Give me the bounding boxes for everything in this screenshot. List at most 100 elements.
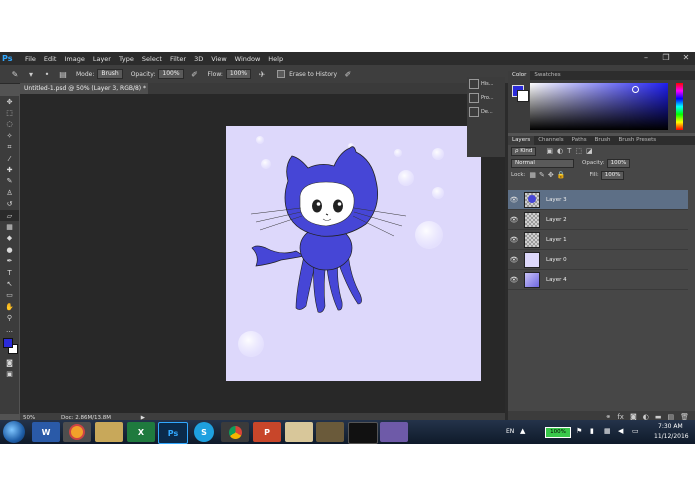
dodge-tool-icon[interactable]: ●	[0, 244, 19, 255]
menu-filter[interactable]: Filter	[170, 55, 186, 63]
document-tab[interactable]: Untitled-1.psd @ 50% (Layer 3, RGB/8) * …	[20, 83, 148, 103]
blur-tool-icon[interactable]: ◆	[0, 233, 19, 244]
foreground-color-swatch[interactable]	[3, 338, 13, 349]
crop-tool-icon[interactable]: ⌗	[0, 142, 19, 153]
panel-bg-swatch[interactable]	[517, 90, 529, 102]
github-desktop-taskbar-icon[interactable]	[380, 422, 408, 442]
filter-smart-object-icon[interactable]: ◪	[586, 147, 593, 155]
visibility-eye-icon[interactable]: 👁	[508, 276, 520, 284]
visibility-eye-icon[interactable]: 👁	[508, 196, 520, 204]
color-field[interactable]	[530, 83, 668, 130]
tab-layers[interactable]: Layers	[508, 136, 535, 145]
shape-tool-icon[interactable]: ▭	[0, 290, 19, 301]
volume-icon[interactable]: ◀	[618, 427, 623, 435]
menu-file[interactable]: File	[25, 55, 36, 63]
visibility-eye-icon[interactable]: 👁	[508, 216, 520, 224]
hue-slider[interactable]	[676, 83, 683, 130]
layer-row-layer-0[interactable]: 👁 Layer 0	[508, 250, 688, 270]
properties-panel-button[interactable]: Pro...	[467, 91, 505, 105]
device-preview-panel-button[interactable]: De...	[467, 105, 505, 119]
menu-help[interactable]: Help	[268, 55, 283, 63]
color-picker-cursor[interactable]	[632, 86, 639, 93]
zoom-tool-icon[interactable]: ⚲	[0, 312, 19, 323]
pressure-opacity-icon[interactable]: ✐	[190, 69, 200, 79]
language-indicator[interactable]: EN	[506, 428, 514, 435]
chrome-taskbar-icon[interactable]	[221, 422, 249, 442]
clock-time[interactable]: 7:30 AM	[658, 423, 683, 430]
visibility-eye-icon[interactable]: 👁	[508, 236, 520, 244]
tray-expand-icon[interactable]: ▲	[520, 427, 525, 435]
menu-edit[interactable]: Edit	[44, 55, 57, 63]
mode-select[interactable]: Brush	[97, 69, 123, 79]
path-selection-tool-icon[interactable]: ↖	[0, 278, 19, 289]
restore-icon[interactable]: ❐	[661, 53, 671, 63]
notes-taskbar-icon[interactable]	[285, 422, 313, 442]
screen-mode-icon[interactable]: ▣	[0, 369, 19, 380]
move-tool-icon[interactable]: ✥	[0, 96, 19, 107]
lock-transparent-icon[interactable]: ▦	[529, 171, 536, 179]
file-explorer-taskbar-icon[interactable]	[95, 422, 123, 442]
menu-select[interactable]: Select	[142, 55, 162, 63]
tab-brush-presets[interactable]: Brush Presets	[614, 136, 660, 145]
lock-pixels-icon[interactable]: ✎	[539, 171, 545, 179]
brush-tool-icon[interactable]: ✎	[0, 176, 19, 187]
pen-tool-icon[interactable]: ✒	[0, 255, 19, 266]
layer-row-layer-4[interactable]: 👁 Layer 4	[508, 270, 688, 290]
canvas-area[interactable]	[20, 94, 505, 413]
media-taskbar-icon[interactable]	[316, 422, 344, 442]
type-tool-icon[interactable]: T	[0, 267, 19, 278]
tab-paths[interactable]: Paths	[568, 136, 591, 145]
command-prompt-taskbar-icon[interactable]	[348, 422, 378, 444]
fill-field[interactable]: 100%	[600, 170, 625, 180]
flag-icon[interactable]: ⚑	[576, 427, 582, 435]
tab-channels[interactable]: Channels	[534, 136, 567, 145]
document-canvas[interactable]	[226, 126, 481, 381]
tab-swatches[interactable]: Swatches	[530, 71, 564, 80]
menu-image[interactable]: Image	[64, 55, 84, 63]
word-taskbar-icon[interactable]: W	[32, 422, 60, 442]
brush-panel-toggle-icon[interactable]: ▤	[58, 69, 68, 79]
pressure-size-icon[interactable]: ✐	[343, 69, 353, 79]
brush-size-icon[interactable]: •	[42, 69, 52, 79]
lasso-tool-icon[interactable]: ◌	[0, 119, 19, 130]
tab-color[interactable]: Color	[508, 71, 531, 80]
close-window-icon[interactable]: ✕	[681, 53, 691, 63]
healing-brush-tool-icon[interactable]: ✚	[0, 164, 19, 175]
eyedropper-tool-icon[interactable]: ⁄	[0, 153, 19, 164]
network-icon[interactable]: ▦	[604, 427, 611, 435]
history-brush-tool-icon[interactable]: ↺	[0, 199, 19, 210]
minimize-icon[interactable]: –	[641, 53, 651, 63]
tab-brush[interactable]: Brush	[591, 136, 615, 145]
brush-preset-picker-icon[interactable]: ▾	[26, 69, 36, 79]
menu-type[interactable]: Type	[119, 55, 134, 63]
power-icon[interactable]: ▮	[590, 427, 594, 435]
menu-layer[interactable]: Layer	[93, 55, 111, 63]
visibility-eye-icon[interactable]: 👁	[508, 256, 520, 264]
marquee-tool-icon[interactable]: ⬚	[0, 107, 19, 118]
layer-opacity-field[interactable]: 100%	[606, 158, 631, 168]
flow-field[interactable]: 100%	[225, 69, 252, 79]
display-icon[interactable]: ▭	[632, 427, 639, 435]
layer-name[interactable]: Layer 3	[546, 197, 567, 203]
opacity-field[interactable]: 100%	[158, 69, 184, 79]
chrome-canary-taskbar-icon[interactable]	[63, 422, 91, 442]
layer-row-layer-1[interactable]: 👁 Layer 1	[508, 230, 688, 250]
lock-position-icon[interactable]: ✥	[548, 171, 554, 179]
menu-3d[interactable]: 3D	[194, 55, 203, 63]
clone-stamp-tool-icon[interactable]: ♙	[0, 187, 19, 198]
filter-pixel-icon[interactable]: ▣	[546, 147, 553, 155]
menu-view[interactable]: View	[211, 55, 226, 63]
quick-select-tool-icon[interactable]: ✧	[0, 130, 19, 141]
hand-tool-icon[interactable]: ✋	[0, 301, 19, 312]
quick-mask-icon[interactable]: ◙	[0, 357, 19, 368]
lock-all-icon[interactable]: 🔒	[557, 171, 566, 179]
blend-mode-select[interactable]: Normal	[511, 158, 574, 168]
skype-taskbar-icon[interactable]: S	[194, 422, 214, 442]
layer-name[interactable]: Layer 0	[546, 257, 567, 263]
start-button[interactable]	[3, 421, 25, 443]
battery-indicator[interactable]: 100%	[545, 427, 571, 438]
gradient-tool-icon[interactable]: ▦	[0, 221, 19, 232]
erase-to-history-checkbox[interactable]	[277, 70, 286, 78]
layer-name[interactable]: Layer 2	[546, 217, 567, 223]
more-tools-icon[interactable]: …	[0, 324, 19, 335]
